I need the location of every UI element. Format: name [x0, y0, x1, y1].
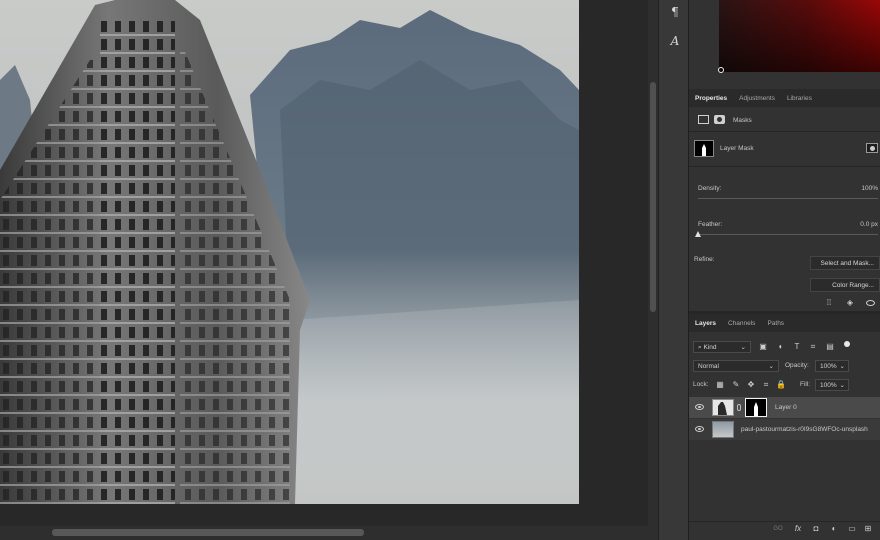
toggle-mask-visibility-icon[interactable] [866, 300, 875, 306]
visibility-eye-icon[interactable] [695, 426, 704, 432]
lock-transparent-icon[interactable]: ▦ [715, 380, 725, 390]
load-selection-icon[interactable]: ⁞⁞ [824, 298, 834, 308]
masks-label: Masks [733, 117, 752, 124]
lock-artboard-icon[interactable]: ⌗ [761, 380, 771, 390]
properties-tabbar: Properties Adjustments Libraries [689, 89, 880, 107]
layer-mask-thumbnail[interactable] [694, 140, 714, 157]
filter-adjustment-icon[interactable]: ◐ [776, 342, 786, 352]
lock-position-icon[interactable]: ✥ [746, 380, 756, 390]
mask-icon[interactable]: ◘ [810, 524, 822, 534]
link-icon[interactable]: GO [772, 524, 784, 534]
vector-mask-icon[interactable] [714, 115, 725, 124]
pixel-mask-icon[interactable] [698, 115, 709, 124]
lock-image-icon[interactable]: ✎ [731, 380, 741, 390]
right-panel [688, 0, 880, 540]
density-slider[interactable] [698, 198, 878, 199]
kind-filter-select[interactable]: ⌕ Kind ⌄ [693, 341, 751, 353]
layer-thumbnail[interactable] [712, 421, 734, 438]
chevron-down-icon: ⌄ [839, 382, 845, 389]
character-icon[interactable]: 𝐴 [666, 34, 684, 52]
pilcrow-icon[interactable]: ¶ [666, 5, 684, 23]
fill-label: Fill: [800, 381, 811, 388]
chevron-down-icon: ⌄ [740, 344, 746, 351]
select-and-mask-button[interactable]: Select and Mask... [810, 256, 880, 270]
kind-filter-label: Kind [703, 344, 717, 351]
density-label: Density: [698, 185, 722, 192]
layer-name[interactable]: Layer 0 [775, 404, 797, 411]
layers-tabbar: Layers Channels Paths [689, 314, 880, 332]
horizontal-scroll-thumb[interactable] [52, 529, 364, 536]
filter-shape-icon[interactable]: ⌗ [808, 342, 818, 352]
color-picker-field[interactable] [719, 0, 880, 72]
opacity-label: Opacity: [785, 362, 809, 369]
color-picker-cursor[interactable] [718, 67, 724, 73]
layer-name[interactable]: paul-pastourmatzis-r0I9sG8WFOc-unsplash [741, 426, 868, 433]
tab-libraries[interactable]: Libraries [787, 95, 812, 102]
group-icon[interactable]: ▭ [846, 524, 858, 534]
filter-toggle-icon[interactable] [844, 341, 850, 347]
visibility-eye-icon[interactable] [695, 404, 704, 410]
tab-properties[interactable]: Properties [695, 95, 727, 102]
new-layer-icon[interactable]: ⊞ [862, 524, 874, 534]
filter-smartobject-icon[interactable]: ▤ [825, 342, 835, 352]
layer-mask-thumb[interactable] [745, 398, 767, 417]
apply-mask-icon[interactable] [866, 143, 878, 153]
filter-pixel-icon[interactable]: ▣ [758, 342, 768, 352]
vertical-scroll-thumb[interactable] [650, 82, 656, 312]
fill-value: 100% [820, 382, 837, 389]
feather-slider[interactable] [698, 234, 878, 235]
mask-link-icon[interactable] [737, 404, 741, 411]
apply-mask-diamond-icon[interactable]: ◈ [844, 298, 856, 308]
lock-label: Lock: [693, 381, 709, 388]
panel-icon-strip [658, 0, 688, 540]
tab-layers[interactable]: Layers [695, 320, 716, 327]
blend-mode-value: Normal [698, 363, 719, 370]
feather-label: Feather: [698, 221, 723, 228]
layer-mask-label: Layer Mask [720, 145, 754, 152]
density-value[interactable]: 100% [848, 185, 878, 192]
filter-type-icon[interactable]: T [792, 342, 802, 352]
composite-image [0, 0, 579, 504]
opacity-input[interactable]: 100% ⌄ [815, 360, 849, 372]
blend-mode-select[interactable]: Normal ⌄ [693, 360, 779, 372]
lock-all-icon[interactable]: 🔒 [776, 380, 786, 390]
tab-adjustments[interactable]: Adjustments [739, 95, 775, 102]
fx-icon[interactable]: fx [792, 524, 804, 534]
fill-input[interactable]: 100% ⌄ [815, 379, 849, 391]
layer-thumbnail[interactable] [712, 399, 734, 416]
color-range-button[interactable]: Color Range... [810, 278, 880, 292]
tab-channels[interactable]: Channels [728, 320, 755, 327]
chevron-down-icon: ⌄ [839, 363, 845, 370]
tab-paths[interactable]: Paths [767, 320, 784, 327]
feather-value[interactable]: 0.0 px [848, 221, 878, 228]
adjustment-icon[interactable]: ◐ [828, 524, 840, 534]
refine-label: Refine: [694, 256, 715, 263]
document-canvas[interactable] [0, 0, 579, 504]
feather-slider-handle[interactable] [695, 231, 701, 237]
opacity-value: 100% [820, 363, 837, 370]
chevron-down-icon: ⌄ [768, 363, 774, 370]
